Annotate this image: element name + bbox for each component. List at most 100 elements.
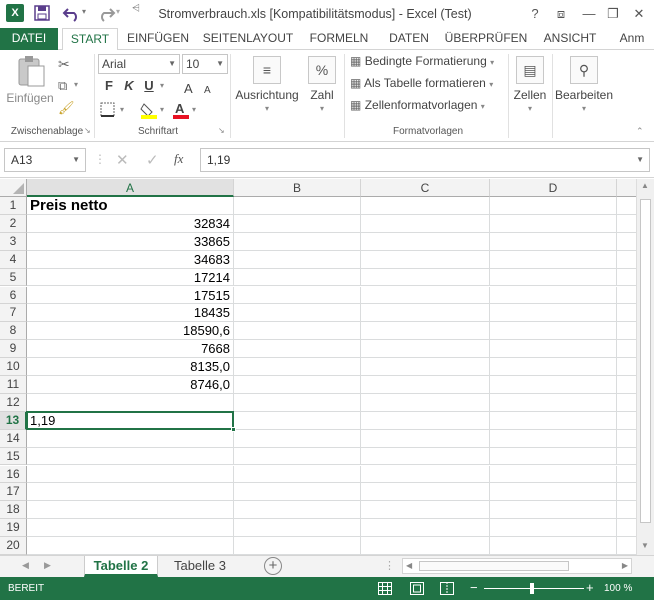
- cell-d10[interactable]: [490, 358, 617, 376]
- row-header-14[interactable]: 14: [0, 429, 27, 448]
- cell-c20[interactable]: [361, 537, 490, 555]
- font-size-combo[interactable]: 10 ▼: [182, 54, 228, 74]
- help-button[interactable]: ?: [524, 4, 546, 24]
- insert-function-icon[interactable]: fx: [174, 151, 183, 167]
- cell-e15[interactable]: [617, 448, 636, 466]
- cell-b4[interactable]: [234, 250, 361, 269]
- conditional-formatting-button[interactable]: ▦ Bedingte Formatierung ▾: [350, 54, 494, 68]
- column-header-c[interactable]: C: [361, 179, 490, 197]
- cell-d20[interactable]: [490, 537, 617, 555]
- font-name-combo[interactable]: Arial ▼: [98, 54, 180, 74]
- cell-b17[interactable]: [234, 483, 361, 502]
- cell-a20[interactable]: [27, 537, 234, 555]
- cell-b6[interactable]: [234, 286, 361, 305]
- cell-b15[interactable]: [234, 447, 361, 466]
- cell-c4[interactable]: [361, 250, 490, 269]
- cell-b14[interactable]: [234, 429, 361, 448]
- fill-color-icon[interactable]: [140, 101, 158, 119]
- cell-a13[interactable]: 1,19: [27, 411, 234, 430]
- cell-a3[interactable]: 33865: [27, 232, 234, 251]
- cell-b3[interactable]: [234, 232, 361, 251]
- cell-a8[interactable]: 18590,6: [27, 322, 234, 341]
- cell-c6[interactable]: [361, 286, 490, 305]
- cut-icon[interactable]: ✂: [58, 56, 70, 73]
- cell-d5[interactable]: [490, 268, 617, 287]
- cell-a18[interactable]: [27, 501, 234, 520]
- cell-d6[interactable]: [490, 286, 617, 305]
- tab-start[interactable]: START: [62, 28, 118, 51]
- cell-a10[interactable]: 8135,0: [27, 358, 234, 376]
- cell-e7[interactable]: [617, 304, 636, 323]
- cell-b20[interactable]: [234, 537, 361, 555]
- cell-a1[interactable]: Preis netto: [27, 197, 234, 215]
- row-header-15[interactable]: 15: [0, 447, 27, 466]
- fill-color-dropdown-icon[interactable]: ▾: [160, 105, 164, 114]
- increase-font-icon[interactable]: A: [184, 81, 198, 95]
- cell-e11[interactable]: [617, 376, 636, 394]
- tab-file[interactable]: DATEI: [0, 28, 58, 50]
- next-sheet-icon[interactable]: ▶: [44, 560, 51, 571]
- undo-dropdown-icon[interactable]: ▾: [82, 7, 86, 16]
- customize-quick-access-icon[interactable]: ⩤: [132, 3, 140, 14]
- cell-b7[interactable]: [234, 304, 361, 323]
- excel-logo-icon[interactable]: X: [6, 4, 24, 22]
- name-box[interactable]: A13 ▼: [4, 148, 86, 172]
- cell-e9[interactable]: [617, 340, 636, 359]
- cell-e20[interactable]: [617, 537, 636, 555]
- cell-c16[interactable]: [361, 465, 490, 484]
- tab-page-layout[interactable]: SEITENLAYOUT: [198, 28, 298, 50]
- row-header-1[interactable]: 1: [0, 197, 27, 215]
- minimize-button[interactable]: —: [578, 4, 600, 24]
- cell-d4[interactable]: [490, 250, 617, 269]
- font-color-icon[interactable]: A: [172, 101, 190, 119]
- row-header-13[interactable]: 13: [0, 411, 27, 430]
- cell-c3[interactable]: [361, 232, 490, 251]
- column-header-a[interactable]: A: [27, 179, 234, 197]
- close-button[interactable]: ✕: [628, 4, 650, 24]
- zoom-slider-thumb[interactable]: [530, 583, 534, 594]
- row-header-10[interactable]: 10: [0, 358, 27, 376]
- cell-a4[interactable]: 34683: [27, 250, 234, 269]
- row-header-9[interactable]: 9: [0, 340, 27, 359]
- tab-review[interactable]: ÜBERPRÜFEN: [442, 28, 530, 50]
- cell-c18[interactable]: [361, 501, 490, 520]
- previous-sheet-icon[interactable]: ◀: [22, 560, 29, 571]
- page-layout-view-icon[interactable]: [410, 582, 424, 595]
- cell-b1[interactable]: [234, 197, 361, 215]
- page-break-view-icon[interactable]: [440, 582, 454, 595]
- row-header-7[interactable]: 7: [0, 304, 27, 323]
- format-painter-icon[interactable]: 🖌: [58, 100, 75, 116]
- paste-button[interactable]: Einfügen: [6, 54, 54, 116]
- cell-a2[interactable]: 32834: [27, 214, 234, 233]
- cell-a19[interactable]: [27, 519, 234, 538]
- bold-button[interactable]: F: [100, 78, 118, 93]
- font-dialog-launcher-icon[interactable]: ↘: [218, 126, 225, 135]
- cell-d1[interactable]: [490, 197, 617, 215]
- cell-b11[interactable]: [234, 376, 361, 394]
- row-header-19[interactable]: 19: [0, 519, 27, 538]
- italic-button[interactable]: K: [120, 78, 138, 93]
- cell-e14[interactable]: [617, 430, 636, 448]
- editing-button[interactable]: ⚲ Bearbeiten ▾: [554, 54, 614, 120]
- cell-e2[interactable]: [617, 215, 636, 233]
- cell-a14[interactable]: [27, 429, 234, 448]
- scroll-left-icon[interactable]: ◀: [406, 561, 412, 570]
- borders-dropdown-icon[interactable]: ▾: [120, 105, 124, 114]
- column-header-b[interactable]: B: [234, 179, 361, 197]
- cell-d7[interactable]: [490, 304, 617, 323]
- horizontal-scrollbar[interactable]: ◀ ▶: [402, 558, 632, 574]
- cell-b8[interactable]: [234, 322, 361, 341]
- cell-b12[interactable]: [234, 393, 361, 412]
- scroll-thumb[interactable]: [640, 199, 651, 523]
- row-header-8[interactable]: 8: [0, 322, 27, 341]
- row-header-5[interactable]: 5: [0, 268, 27, 287]
- cell-b2[interactable]: [234, 214, 361, 233]
- cell-c15[interactable]: [361, 447, 490, 466]
- sheet-tab-1[interactable]: Tabelle 2: [84, 556, 158, 577]
- cell-d16[interactable]: [490, 465, 617, 484]
- row-header-20[interactable]: 20: [0, 537, 27, 555]
- cell-c14[interactable]: [361, 429, 490, 448]
- cell-e19[interactable]: [617, 519, 636, 538]
- cancel-entry-icon[interactable]: ✕: [116, 151, 129, 169]
- cell-c11[interactable]: [361, 376, 490, 394]
